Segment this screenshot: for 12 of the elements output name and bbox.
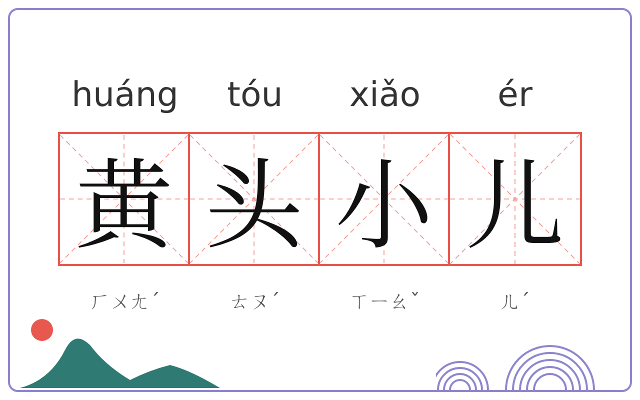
zhuyin-text: ㄏㄨㄤˊ bbox=[89, 288, 161, 315]
zhuyin-text: ㄦˊ bbox=[499, 288, 531, 315]
zhuyin-text: ㄒㄧㄠˇ bbox=[349, 288, 421, 315]
pinyin-text: tóu bbox=[226, 74, 284, 117]
pinyin-text: huáng bbox=[70, 74, 180, 117]
zhuyin-text: ㄊㄡˊ bbox=[229, 288, 281, 315]
hanzi-character: 儿 bbox=[466, 150, 564, 248]
hanzi-character: 头 bbox=[204, 150, 303, 248]
pinyin-text: ér bbox=[496, 74, 534, 117]
hanzi-character: 小 bbox=[334, 150, 433, 248]
pinyin-text: xiǎo bbox=[348, 74, 422, 117]
hanzi-character: 黄 bbox=[74, 150, 173, 248]
